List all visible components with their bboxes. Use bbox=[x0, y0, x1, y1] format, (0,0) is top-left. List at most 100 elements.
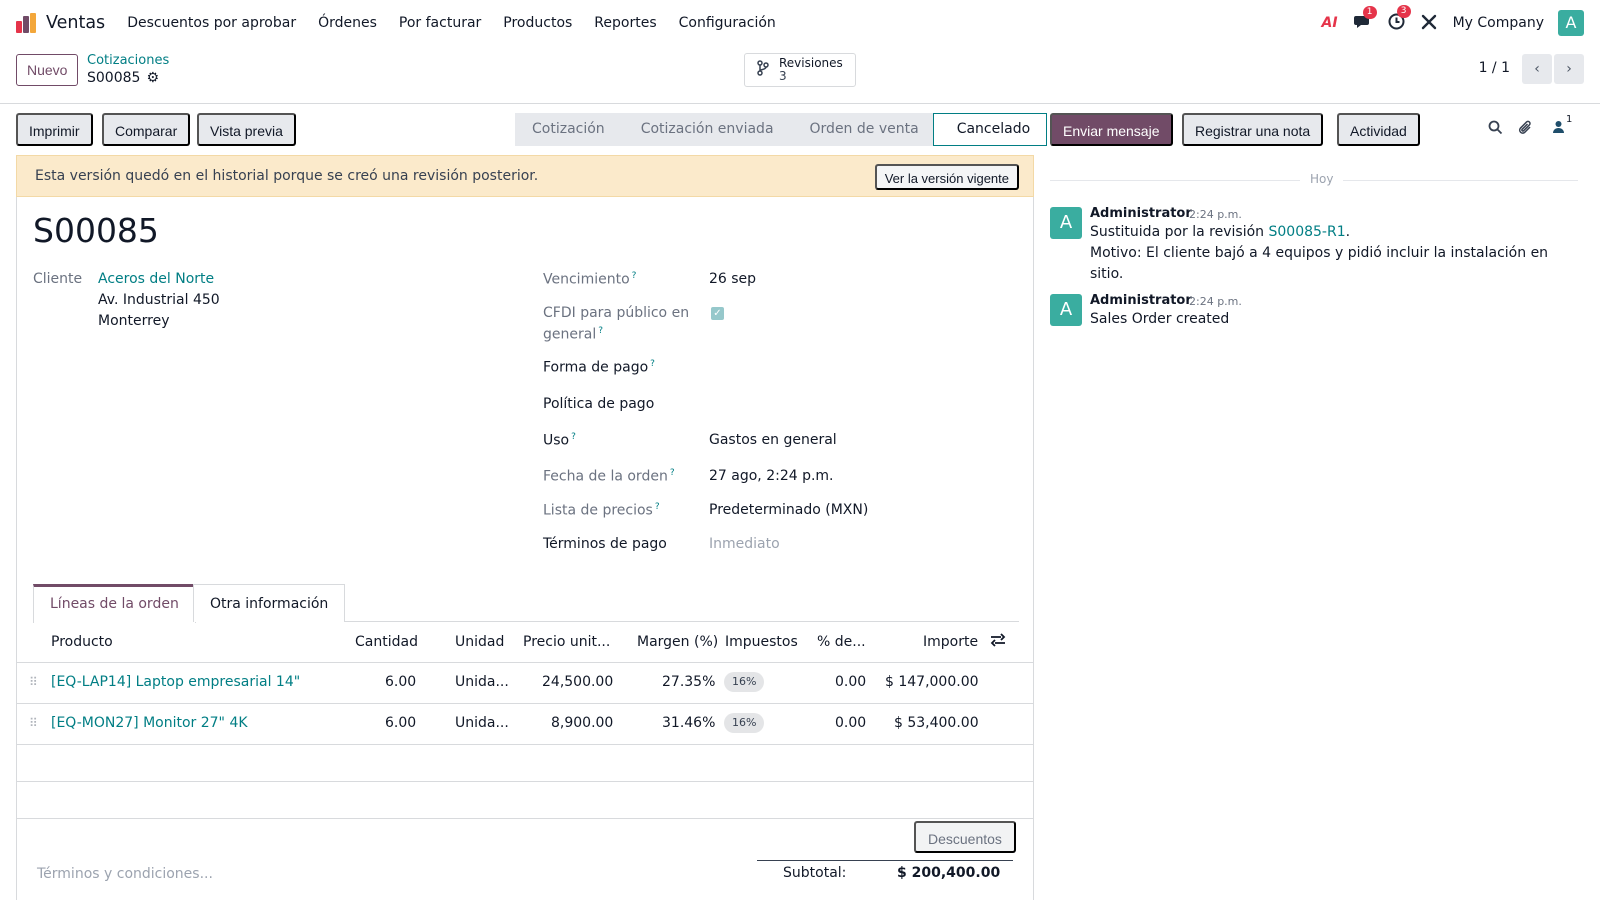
cfdi-checkbox[interactable]: ✓ bbox=[711, 307, 724, 320]
followers-count: 1 bbox=[1566, 114, 1573, 125]
customer-label: Cliente bbox=[33, 271, 83, 287]
expiration-field[interactable]: 26 sep bbox=[709, 271, 756, 287]
paperclip-icon[interactable] bbox=[1518, 120, 1533, 140]
empty-row[interactable] bbox=[17, 745, 1033, 782]
optional-columns-icon[interactable] bbox=[990, 632, 1006, 652]
tab-order-lines[interactable]: Líneas de la orden bbox=[33, 584, 196, 623]
col-taxes[interactable]: Impuestos bbox=[725, 634, 798, 650]
col-unit[interactable]: Unidad bbox=[455, 634, 504, 650]
activity-button[interactable]: Actividad bbox=[1337, 113, 1420, 146]
compare-button[interactable]: Comparar bbox=[102, 113, 191, 146]
stage-orden-de-venta[interactable]: Orden de venta bbox=[787, 113, 933, 146]
pricelist-field[interactable]: Predeterminado (MXN) bbox=[709, 502, 868, 518]
revision-alert: Esta versión quedó en el historial porqu… bbox=[16, 155, 1034, 197]
message-time: 2:24 p.m. bbox=[1189, 295, 1242, 308]
message-avatar[interactable]: A bbox=[1050, 294, 1082, 326]
table-row[interactable]: ⠿ [EQ-LAP14] Laptop empresarial 14" 6.00… bbox=[17, 663, 1033, 704]
app-title[interactable]: Ventas bbox=[46, 13, 105, 33]
usage-label: Uso? bbox=[543, 432, 576, 449]
expiration-label: Vencimiento? bbox=[543, 271, 637, 288]
new-button[interactable]: Nuevo bbox=[16, 54, 79, 86]
tab-other-info[interactable]: Otra información bbox=[193, 584, 346, 622]
send-message-button[interactable]: Enviar mensaje bbox=[1050, 113, 1173, 146]
tools-icon[interactable] bbox=[1421, 14, 1437, 33]
row-tax-tag[interactable]: 16% bbox=[724, 672, 765, 692]
breadcrumb-current: S00085 ⚙ bbox=[87, 69, 169, 87]
order-date-field[interactable]: 27 ago, 2:24 p.m. bbox=[709, 468, 834, 484]
col-discount[interactable]: % de... bbox=[817, 634, 866, 650]
pager-value[interactable]: 1 / 1 bbox=[1479, 60, 1510, 76]
row-product[interactable]: [EQ-LAP14] Laptop empresarial 14" bbox=[51, 674, 300, 690]
payment-policy-label: Política de pago bbox=[543, 396, 655, 412]
breadcrumb-cotizaciones[interactable]: Cotizaciones bbox=[87, 53, 169, 69]
cfdi-label-line2: general? bbox=[543, 326, 603, 343]
row-product[interactable]: [EQ-MON27] Monitor 27" 4K bbox=[51, 715, 248, 731]
row-unit-price[interactable]: 24,500.00 bbox=[542, 674, 613, 690]
menu-item-productos[interactable]: Productos bbox=[503, 15, 572, 31]
row-margin: 31.46% bbox=[662, 715, 716, 731]
form-sheet: S00085 Cliente Aceros del Norte Av. Indu… bbox=[16, 197, 1034, 900]
menu-item-ordenes[interactable]: Órdenes bbox=[318, 15, 377, 31]
followers-icon[interactable]: 1 bbox=[1552, 114, 1572, 138]
row-quantity[interactable]: 6.00 bbox=[385, 674, 416, 690]
row-unit[interactable]: Unida... bbox=[455, 674, 509, 690]
drag-handle-icon[interactable]: ⠿ bbox=[29, 716, 38, 730]
stage-cancelado[interactable]: Cancelado bbox=[932, 113, 1048, 146]
subtotal-value: $ 200,400.00 bbox=[897, 865, 1001, 881]
col-margin[interactable]: Margen (%) bbox=[637, 634, 718, 650]
preview-button[interactable]: Vista previa bbox=[197, 113, 296, 146]
payment-terms-field[interactable]: Inmediato bbox=[709, 536, 780, 552]
customer-link[interactable]: Aceros del Norte bbox=[98, 271, 214, 287]
empty-row[interactable] bbox=[17, 782, 1033, 819]
activities-badge: 3 bbox=[1396, 5, 1411, 18]
row-unit-price[interactable]: 8,900.00 bbox=[551, 715, 613, 731]
ai-icon[interactable]: AI bbox=[1322, 15, 1338, 31]
breadcrumb: Cotizaciones S00085 ⚙ bbox=[87, 53, 169, 87]
row-discount[interactable]: 0.00 bbox=[835, 674, 866, 690]
col-product[interactable]: Producto bbox=[51, 634, 113, 650]
discounts-button[interactable]: Descuentos bbox=[914, 821, 1016, 853]
revision-link[interactable]: S00085-R1 bbox=[1269, 224, 1346, 240]
message-author[interactable]: Administrator bbox=[1090, 206, 1192, 221]
log-note-button[interactable]: Registrar una nota bbox=[1182, 113, 1324, 146]
table-row[interactable]: ⠿ [EQ-MON27] Monitor 27" 4K 6.00 Unida..… bbox=[17, 704, 1033, 745]
company-switcher[interactable]: My Company bbox=[1453, 15, 1544, 31]
message-author[interactable]: Administrator bbox=[1090, 293, 1192, 308]
sales-app-icon[interactable] bbox=[16, 13, 36, 33]
usage-field[interactable]: Gastos en general bbox=[709, 432, 837, 448]
pager-previous-button[interactable]: ‹ bbox=[1522, 54, 1552, 84]
activities-clock-icon[interactable]: 3 bbox=[1388, 5, 1411, 33]
row-amount: $ 53,400.00 bbox=[894, 715, 979, 731]
revisions-button[interactable]: Revisiones 3 bbox=[744, 53, 856, 87]
menu-item-descuentos[interactable]: Descuentos por aprobar bbox=[127, 15, 296, 31]
user-avatar[interactable]: A bbox=[1558, 10, 1584, 36]
customer-city: Monterrey bbox=[98, 313, 170, 329]
row-tax-tag[interactable]: 16% bbox=[724, 713, 765, 733]
row-quantity[interactable]: 6.00 bbox=[385, 715, 416, 731]
messages-icon[interactable]: 1 bbox=[1353, 5, 1377, 33]
row-discount[interactable]: 0.00 bbox=[835, 715, 866, 731]
drag-handle-icon[interactable]: ⠿ bbox=[29, 675, 38, 689]
row-amount: $ 147,000.00 bbox=[885, 674, 979, 690]
row-unit[interactable]: Unida... bbox=[455, 715, 509, 731]
menu-item-reportes[interactable]: Reportes bbox=[594, 15, 656, 31]
terms-conditions-field[interactable]: Términos y condiciones... bbox=[37, 866, 213, 882]
stage-cotizacion-enviada[interactable]: Cotización enviada bbox=[618, 113, 788, 146]
pager-next-button[interactable]: › bbox=[1554, 54, 1584, 84]
message-avatar[interactable]: A bbox=[1050, 207, 1082, 239]
menu-item-configuracion[interactable]: Configuración bbox=[679, 15, 776, 31]
row-margin: 27.35% bbox=[662, 674, 716, 690]
main-navbar: Ventas Descuentos por aprobar Órdenes Po… bbox=[0, 0, 1600, 46]
print-button[interactable]: Imprimir bbox=[16, 113, 93, 146]
stage-cotizacion[interactable]: Cotización bbox=[515, 113, 619, 146]
notebook-tabs: Líneas de la orden Otra información bbox=[33, 584, 1019, 623]
today-label: Hoy bbox=[1300, 172, 1344, 186]
revisions-label: Revisiones bbox=[779, 56, 843, 70]
view-current-version-button[interactable]: Ver la versión vigente bbox=[874, 164, 1019, 190]
col-unit-price[interactable]: Precio unit... bbox=[523, 634, 610, 650]
search-icon[interactable] bbox=[1488, 120, 1503, 139]
menu-item-por-facturar[interactable]: Por facturar bbox=[399, 15, 481, 31]
col-quantity[interactable]: Cantidad bbox=[355, 634, 418, 650]
col-amount[interactable]: Importe bbox=[923, 634, 978, 650]
gear-icon[interactable]: ⚙ bbox=[146, 69, 159, 87]
